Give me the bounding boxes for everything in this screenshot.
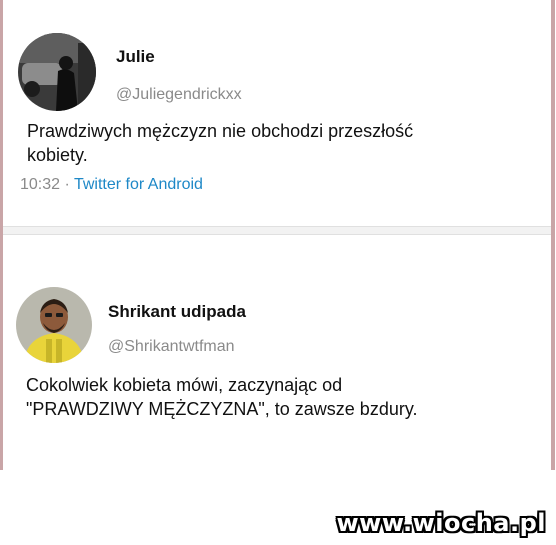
tweet-source-link[interactable]: Twitter for Android — [74, 176, 203, 193]
avatar-image — [18, 33, 96, 111]
left-border — [0, 0, 3, 470]
right-border — [551, 0, 555, 470]
author-name[interactable]: Shrikant udipada — [108, 302, 246, 322]
author-handle[interactable]: @Shrikantwtfman — [108, 338, 235, 356]
tweet-separator — [3, 226, 551, 235]
tweet-meta: 10:32 · Twitter for Android — [20, 176, 203, 194]
avatar[interactable] — [16, 287, 92, 363]
tweet-time[interactable]: 10:32 — [20, 176, 60, 193]
tweet-text: Cokolwiek kobieta mówi, zaczynając od "P… — [26, 375, 418, 419]
screenshot-frame: Julie @Juliegendrickxx Prawdziwych mężcz… — [0, 0, 556, 470]
watermark: www.wiocha.pl — [336, 509, 546, 537]
avatar-image — [16, 287, 92, 363]
author-name[interactable]: Julie — [116, 47, 155, 67]
separator-dot: · — [64, 176, 70, 193]
tweet-text: Prawdziwych mężczyzn nie obchodzi przesz… — [27, 121, 414, 165]
avatar[interactable] — [18, 33, 96, 111]
author-handle[interactable]: @Juliegendrickxx — [116, 86, 242, 104]
